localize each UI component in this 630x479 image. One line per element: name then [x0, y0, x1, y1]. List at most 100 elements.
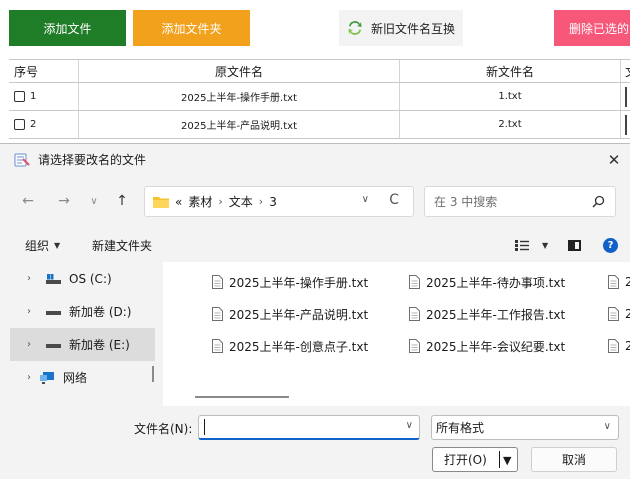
header-new-name[interactable]: 新文件名 [400, 60, 621, 82]
file-item[interactable]: 2 [608, 302, 630, 326]
old-name-cell: 2025上半年-操作手册.txt [79, 83, 400, 110]
file-item[interactable]: 2025上半年-创意点子.txt [212, 334, 368, 358]
filename-input[interactable]: ∨ [198, 415, 420, 440]
drive-icon [46, 343, 61, 348]
breadcrumb-segment[interactable]: 素材 [188, 193, 212, 210]
tree-item-d-drive[interactable]: › 新加卷 (D:) [10, 295, 155, 328]
help-button[interactable]: ? [603, 231, 618, 259]
file-name: 2025上半年-产品说明.txt [229, 307, 369, 322]
tree-item-label: 新加卷 (D:) [69, 305, 132, 319]
index-cell: 1 [9, 83, 79, 110]
open-dropdown-icon[interactable]: ▼ [503, 454, 511, 467]
preview-pane-button[interactable] [568, 231, 581, 259]
extra-cell [621, 111, 630, 138]
header-old-name[interactable]: 原文件名 [79, 60, 400, 82]
file-open-dialog: 请选择要改名的文件 ✕ ← → ∨ ↑ « 素材 › 文本 › 3 ∨ C 在 … [0, 143, 630, 479]
delete-selected-button[interactable]: 删除已选的 [554, 10, 630, 46]
text-file-icon [409, 307, 420, 321]
navigation-bar: ← → ∨ ↑ « 素材 › 文本 › 3 ∨ C 在 3 中搜索 [0, 184, 630, 218]
table-row[interactable]: 1 2025上半年-操作手册.txt 1.txt [9, 83, 630, 111]
text-cursor [204, 419, 205, 435]
text-file-icon [212, 339, 223, 353]
filename-dropdown-icon[interactable]: ∨ [406, 420, 413, 431]
new-folder-label: 新建文件夹 [92, 238, 153, 253]
file-item[interactable]: 2025上半年-操作手册.txt [212, 270, 368, 294]
open-button[interactable]: 打开(O) ▼ [432, 447, 518, 472]
address-bar[interactable]: « 素材 › 文本 › 3 ∨ C [144, 186, 414, 217]
tree-scrollbar[interactable] [152, 366, 154, 382]
text-file-icon [608, 339, 619, 353]
organize-menu[interactable]: 组织 ▼ [25, 231, 60, 259]
chevron-right-icon[interactable]: › [18, 372, 40, 383]
app-icon [14, 153, 30, 166]
tree-item-label: 新加卷 (E:) [69, 338, 130, 352]
cell-overflow-marker [625, 86, 628, 107]
view-options-button[interactable]: ▼ [515, 231, 548, 259]
caret-down-icon: ▼ [542, 240, 549, 250]
header-extra[interactable]: 文 [621, 60, 630, 82]
file-name: 2 [625, 275, 630, 289]
refresh-icon[interactable]: C [389, 192, 399, 208]
help-icon: ? [603, 237, 618, 253]
file-item[interactable]: 2 [608, 270, 630, 294]
extra-cell [621, 83, 630, 110]
tree-item-network[interactable]: › 网络 [10, 361, 155, 394]
new-folder-button[interactable]: 新建文件夹 [92, 231, 152, 259]
address-overflow[interactable]: « [175, 195, 182, 209]
chevron-right-icon[interactable]: › [18, 306, 40, 317]
search-icon[interactable] [592, 195, 605, 208]
address-dropdown-icon[interactable]: ∨ [362, 194, 369, 205]
file-item[interactable]: 2025上半年-待办事项.txt [409, 270, 565, 294]
text-file-icon [608, 275, 619, 289]
file-name: 2025上半年-工作报告.txt [426, 307, 566, 322]
row-checkbox[interactable] [14, 119, 25, 130]
tree-item-e-drive[interactable]: › 新加卷 (E:) [10, 328, 155, 361]
swap-names-button[interactable]: 新旧文件名互换 [339, 10, 463, 46]
chevron-right-icon[interactable]: › [18, 339, 40, 350]
close-icon[interactable]: ✕ [604, 150, 624, 170]
file-item[interactable]: 2 [608, 334, 630, 358]
row-checkbox[interactable] [14, 91, 25, 102]
dialog-titlebar[interactable]: 请选择要改名的文件 ✕ [0, 144, 630, 175]
command-bar: 组织 ▼ 新建文件夹 ▼ ? [0, 231, 630, 259]
text-file-icon [409, 275, 420, 289]
drive-icon [46, 310, 61, 315]
header-index[interactable]: 序号 [9, 60, 79, 82]
view-list-icon [515, 239, 529, 251]
table-header: 序号 原文件名 新文件名 文 [9, 60, 630, 83]
recent-locations-icon[interactable]: ∨ [84, 184, 104, 218]
swap-arrows-icon [348, 21, 362, 35]
file-item[interactable]: 2025上半年-产品说明.txt [212, 302, 368, 326]
filename-label: 文件名(N): [134, 422, 193, 436]
breadcrumb-chevron-icon[interactable]: › [218, 195, 222, 208]
breadcrumb-segment[interactable]: 文本 [229, 193, 253, 210]
file-item[interactable]: 2025上半年-工作报告.txt [409, 302, 565, 326]
add-folder-button[interactable]: 添加文件夹 [133, 10, 250, 46]
folder-icon [153, 196, 169, 208]
back-icon[interactable]: ← [16, 184, 40, 218]
file-list-scrollbar[interactable] [195, 396, 289, 398]
search-box[interactable]: 在 3 中搜索 [424, 186, 616, 217]
add-file-label: 添加文件 [43, 21, 92, 36]
search-placeholder: 在 3 中搜索 [434, 195, 498, 209]
file-type-select[interactable]: 所有格式 ∨ [431, 415, 619, 440]
chevron-right-icon[interactable]: › [18, 273, 40, 284]
file-type-value: 所有格式 [436, 421, 485, 435]
file-item[interactable]: 2025上半年-会议纪要.txt [409, 334, 565, 358]
index-cell: 2 [9, 111, 79, 138]
cancel-button[interactable]: 取消 [531, 447, 617, 472]
forward-icon[interactable]: → [52, 184, 76, 218]
add-folder-label: 添加文件夹 [161, 21, 222, 36]
file-list: 2025上半年-操作手册.txt 2025上半年-产品说明.txt 2025上半… [163, 262, 630, 406]
up-folder-icon[interactable]: ↑ [110, 184, 134, 218]
breadcrumb-segment[interactable]: 3 [269, 195, 277, 209]
tree-item-c-drive[interactable]: › OS (C:) [10, 262, 155, 295]
new-name-cell: 1.txt [400, 83, 621, 110]
table-row[interactable]: 2 2025上半年-产品说明.txt 2.txt [9, 111, 630, 139]
breadcrumb-chevron-icon[interactable]: › [259, 195, 263, 208]
add-file-button[interactable]: 添加文件 [9, 10, 126, 46]
text-file-icon [608, 307, 619, 321]
old-name-cell: 2025上半年-产品说明.txt [79, 111, 400, 138]
text-file-icon [212, 275, 223, 289]
file-name: 2 [625, 339, 630, 353]
